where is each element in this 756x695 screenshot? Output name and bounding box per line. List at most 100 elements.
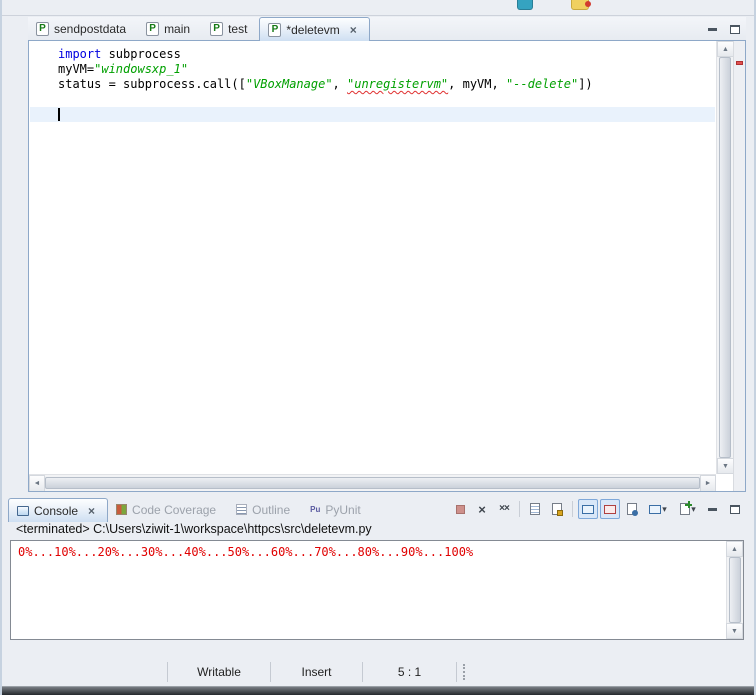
scroll-lock-button[interactable] xyxy=(547,499,567,519)
remove-launch-button[interactable]: × xyxy=(472,499,492,519)
console-tabbar: Console × Code Coverage Outline Pu PyUni… xyxy=(8,497,746,522)
pin-icon xyxy=(632,510,638,516)
code-line[interactable]: myVM="windowsxp_1" xyxy=(30,62,715,77)
minimize-icon xyxy=(708,507,717,511)
chevron-down-icon: ▾ xyxy=(662,503,667,514)
editor-window-buttons xyxy=(704,21,743,37)
tab-sendpostdata[interactable]: P sendpostdata xyxy=(28,17,138,40)
outline-icon xyxy=(236,504,248,515)
lock-icon xyxy=(557,510,563,516)
code-line[interactable] xyxy=(30,107,715,122)
editor-vertical-scrollbar: ▲ ▼ xyxy=(716,41,734,474)
status-writable: Writable xyxy=(167,662,270,682)
tab-label: Console xyxy=(34,503,79,518)
maximize-view-button[interactable] xyxy=(726,501,743,517)
tab-label: *deletevm xyxy=(286,22,340,37)
maximize-icon xyxy=(729,504,740,514)
scrollbar-thumb[interactable] xyxy=(729,557,741,623)
console-process-label: <terminated> C:\Users\ziwit-1\workspace\… xyxy=(16,522,372,536)
code-line[interactable]: import subprocess xyxy=(30,47,715,62)
pin-console-icon xyxy=(627,503,638,516)
pin-console-button[interactable] xyxy=(622,499,642,519)
clear-console-icon xyxy=(530,503,540,515)
maximize-view-button[interactable] xyxy=(726,21,743,37)
code-line[interactable]: status = subprocess.call(["VBoxManage", … xyxy=(30,77,715,92)
maximize-icon xyxy=(729,24,740,34)
scroll-right-button[interactable]: ► xyxy=(700,475,716,491)
show-stderr-button[interactable] xyxy=(600,499,620,519)
open-console-icon xyxy=(680,501,693,515)
tab-test[interactable]: P test xyxy=(202,17,259,40)
terminate-icon xyxy=(455,504,465,514)
console-vertical-scrollbar: ▲ ▼ xyxy=(726,541,743,639)
status-bar: Writable Insert 5 : 1 xyxy=(2,658,754,686)
eclipse-window: P sendpostdata P main P test P *deletevm… xyxy=(0,0,756,695)
terminate-button[interactable] xyxy=(450,499,470,519)
editor-horizontal-scrollbar: ◄ ► xyxy=(29,474,716,491)
code-line[interactable] xyxy=(30,92,715,107)
tab-label: Code Coverage xyxy=(132,502,217,517)
status-cursor-position: 5 : 1 xyxy=(362,662,457,682)
scroll-up-button[interactable]: ▲ xyxy=(726,541,743,557)
show-stderr-icon xyxy=(604,504,616,514)
code-lines[interactable]: import subprocess myVM="windowsxp_1" statu… xyxy=(30,41,715,473)
scroll-up-button[interactable]: ▲ xyxy=(717,41,734,57)
minimize-icon xyxy=(708,27,717,31)
minimize-view-button[interactable] xyxy=(704,501,721,517)
remove-all-icon: ×× xyxy=(499,503,510,514)
python-file-icon: P xyxy=(268,22,282,37)
minimize-view-button[interactable] xyxy=(704,21,721,37)
tab-label: Outline xyxy=(252,502,291,517)
console-toolbar: × ×× ▾ ▾ xyxy=(450,499,702,519)
scroll-lock-icon xyxy=(552,503,563,516)
toolbar-icon-fragment-teal[interactable] xyxy=(517,0,533,10)
python-file-icon: P xyxy=(146,21,160,36)
clear-console-button[interactable] xyxy=(525,499,545,519)
console-view: Console × Code Coverage Outline Pu PyUni… xyxy=(8,497,746,658)
remove-all-terminated-button[interactable]: ×× xyxy=(494,499,514,519)
status-insert-mode: Insert xyxy=(270,662,362,682)
code-editor[interactable]: import subprocess myVM="windowsxp_1" statu… xyxy=(28,41,746,492)
tab-deletevm[interactable]: P *deletevm × xyxy=(259,17,370,41)
scroll-down-button[interactable]: ▼ xyxy=(726,623,743,639)
editor-tabbar: P sendpostdata P main P test P *deletevm… xyxy=(28,17,746,41)
plus-icon xyxy=(685,501,693,508)
python-file-icon: P xyxy=(36,21,49,36)
close-tab-icon[interactable]: × xyxy=(350,24,357,36)
display-selected-console-button[interactable]: ▾ xyxy=(644,499,672,519)
tab-outline[interactable]: Outline xyxy=(228,498,302,521)
pyunit-icon: Pu xyxy=(310,504,321,514)
code-coverage-icon xyxy=(116,504,128,515)
toolbar-separator xyxy=(572,501,573,517)
console-output[interactable]: 0%...10%...20%...30%...40%...50%...60%..… xyxy=(10,540,744,640)
window-bottom-edge xyxy=(2,686,754,695)
scroll-left-button[interactable]: ◄ xyxy=(29,475,45,491)
tab-main[interactable]: P main xyxy=(138,17,202,40)
status-grip[interactable] xyxy=(463,664,467,680)
display-console-icon xyxy=(649,504,662,514)
console-output-text: 0%...10%...20%...30%...40%...50%...60%..… xyxy=(18,545,474,559)
tab-pyunit[interactable]: Pu PyUnit xyxy=(302,498,373,521)
scroll-down-button[interactable]: ▼ xyxy=(717,458,734,474)
close-tab-icon[interactable]: × xyxy=(88,505,95,517)
scrollbar-thumb[interactable] xyxy=(45,477,700,489)
console-window-buttons xyxy=(704,501,743,517)
tab-label: sendpostdata xyxy=(54,21,127,36)
spelling-error-marker[interactable] xyxy=(736,61,743,65)
open-console-button[interactable]: ▾ xyxy=(674,499,702,519)
tab-code-coverage[interactable]: Code Coverage xyxy=(108,498,228,521)
overview-ruler xyxy=(733,41,745,491)
tab-label: PyUnit xyxy=(325,502,361,517)
toolbar-separator xyxy=(519,501,520,517)
main-toolbar-remnant xyxy=(2,0,754,16)
text-caret xyxy=(58,108,60,121)
show-stdout-button[interactable] xyxy=(578,499,598,519)
editor-view: P sendpostdata P main P test P *deletevm… xyxy=(28,17,746,492)
scrollbar-thumb[interactable] xyxy=(719,57,731,458)
toolbar-icon-fragment-yellow[interactable] xyxy=(571,0,591,10)
tab-console[interactable]: Console × xyxy=(8,498,109,522)
tab-label: main xyxy=(164,21,191,36)
console-icon xyxy=(17,505,29,516)
show-stdout-icon xyxy=(582,504,594,514)
tab-label: test xyxy=(228,21,248,36)
